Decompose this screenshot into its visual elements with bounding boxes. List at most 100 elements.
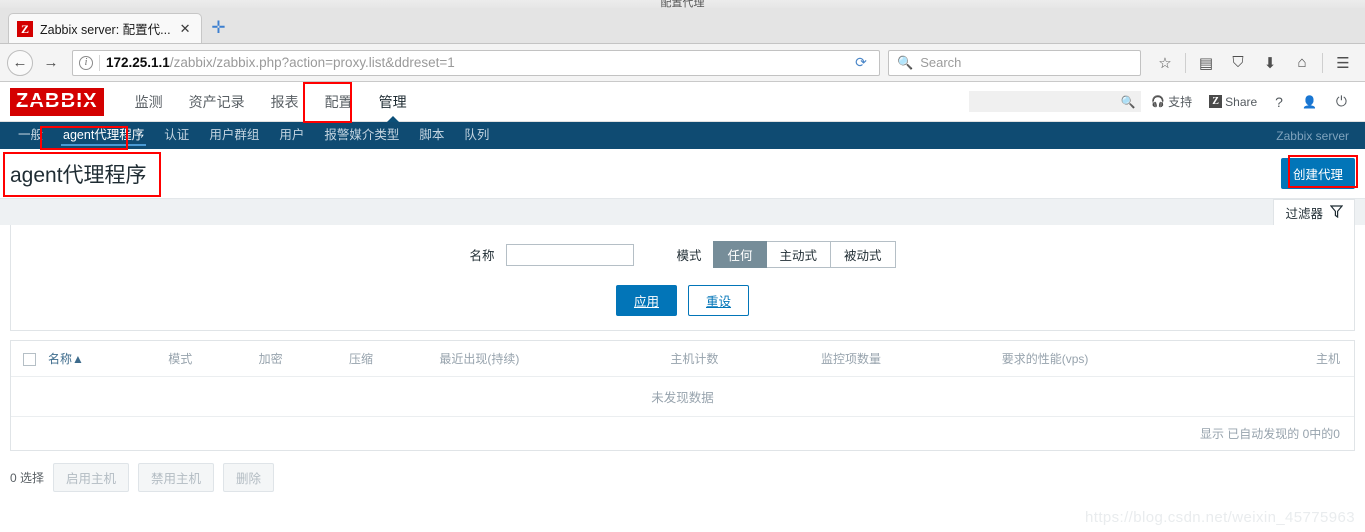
select-all-header [11, 341, 42, 377]
create-proxy-button[interactable]: 创建代理 [1280, 158, 1355, 189]
nav-item-administration[interactable]: 管理 [366, 82, 420, 122]
page-title: agent代理程序 [10, 163, 147, 187]
browser-navbar: ← → i 172.25.1.1/zabbix/zabbix.php?actio… [0, 44, 1365, 82]
nav-item-monitoring[interactable]: 监测 [122, 82, 176, 122]
browser-chrome: 配置代理 Z Zabbix server: 配置代... ✕ ✛ ← → i 1… [0, 0, 1365, 82]
user-profile-icon[interactable]: 👤 [1294, 95, 1325, 109]
filter-panel: 名称 模式 任何 主动式 被动式 应用 重设 [10, 225, 1355, 331]
column-header-encryption: 加密 [252, 341, 344, 377]
filter-name-label: 名称 [469, 249, 495, 263]
help-icon[interactable]: ? [1267, 94, 1291, 110]
select-all-checkbox[interactable] [23, 352, 36, 366]
column-header-last-seen: 最近出现(持续) [433, 341, 665, 377]
table-header-row: 名称▲ 模式 加密 压缩 最近出现(持续) 主机计数 监控项数量 要求的性能(v… [11, 341, 1354, 377]
table-footer-summary: 显示 已自动发现的 0中的0 [1199, 427, 1340, 441]
filter-funnel-icon [1329, 204, 1344, 221]
zabbix-favicon-icon: Z [17, 20, 33, 37]
filter-row: 名称 模式 任何 主动式 被动式 [11, 241, 1354, 268]
page-titlebar: agent代理程序 创建代理 [0, 149, 1365, 199]
column-header-compression: 压缩 [343, 341, 434, 377]
search-placeholder: Search [920, 55, 962, 70]
url-path: /zabbix/zabbix.php?action=proxy.list&ddr… [169, 55, 455, 70]
subnav-item-authentication[interactable]: 认证 [154, 122, 199, 149]
subnav-item-media-types[interactable]: 报警媒介类型 [314, 122, 409, 149]
subnav-item-scripts[interactable]: 脚本 [409, 122, 454, 149]
zabbix-logo[interactable]: ZABBIX [10, 87, 104, 116]
disable-hosts-button[interactable]: 禁用主机 [138, 463, 215, 492]
nav-item-inventory[interactable]: 资产记录 [176, 82, 258, 122]
reload-icon[interactable]: ⟳ [849, 51, 873, 75]
reset-filter-button[interactable]: 重设 [688, 285, 750, 316]
toolbar-divider [1322, 52, 1323, 73]
share-link[interactable]: Z Share [1202, 95, 1264, 109]
subnav-item-proxies[interactable]: agent代理程序 [53, 122, 154, 149]
browser-search-bar[interactable]: 🔍 Search [888, 49, 1141, 76]
zabbix-page: ZABBIX 监测 资产记录 报表 配置 管理 🔍 🎧 支持 Z Share ?… [0, 82, 1365, 492]
bulk-action-bar: 0 选择 启用主机 禁用主机 删除 [0, 451, 1365, 492]
filter-name-input[interactable] [506, 243, 635, 266]
column-header-item-count: 监控项数量 [815, 341, 996, 377]
subnav-item-general[interactable]: 一般 [8, 122, 53, 149]
back-button-icon[interactable]: ← [7, 49, 33, 76]
filter-tab[interactable]: 过滤器 [1273, 199, 1355, 225]
delete-button[interactable]: 删除 [223, 463, 275, 492]
filter-mode-label: 模式 [676, 249, 702, 263]
sign-out-icon[interactable]: ⏻ [1328, 93, 1355, 110]
selected-count-label: 0 选择 [10, 471, 45, 485]
column-header-name[interactable]: 名称▲ [42, 341, 163, 377]
browser-tab-title: Zabbix server: 配置代... [40, 23, 171, 37]
mode-option-any[interactable]: 任何 [713, 241, 767, 268]
column-header-mode: 模式 [162, 341, 253, 377]
mode-option-active[interactable]: 主动式 [766, 241, 832, 268]
column-header-hosts: 主机 [1243, 341, 1354, 377]
search-icon: 🔍 [897, 54, 914, 70]
filter-tabstrip: 过滤器 [0, 199, 1365, 225]
nav-item-configuration[interactable]: 配置 [312, 82, 366, 122]
column-header-required-vps: 要求的性能(vps) [995, 341, 1244, 377]
header-right-tools: 🔍 🎧 支持 Z Share ? 👤 ⏻ [969, 91, 1355, 112]
subnav-item-user-groups[interactable]: 用户群组 [199, 122, 269, 149]
global-search-input[interactable]: 🔍 [969, 91, 1142, 112]
table-body: 未发现数据 [11, 376, 1354, 417]
browser-tab[interactable]: Z Zabbix server: 配置代... ✕ [8, 13, 202, 43]
csdn-watermark: https://blog.csdn.net/weixin_45775963 [1085, 509, 1355, 526]
subnav-item-users[interactable]: 用户 [269, 122, 314, 149]
search-icon: 🔍 [1120, 94, 1136, 109]
server-name-label: Zabbix server [1276, 128, 1349, 143]
browser-tabstrip: Z Zabbix server: 配置代... ✕ ✛ [0, 8, 1365, 44]
zabbix-header: ZABBIX 监测 资产记录 报表 配置 管理 🔍 🎧 支持 Z Share ?… [0, 82, 1365, 122]
forward-button-icon[interactable]: → [38, 50, 64, 76]
support-link[interactable]: 🎧 支持 [1144, 93, 1199, 110]
subnav-item-queue[interactable]: 队列 [454, 122, 499, 149]
url-host: 172.25.1.1 [106, 55, 170, 70]
support-label: 支持 [1168, 95, 1193, 109]
hamburger-menu-icon[interactable]: ☰ [1328, 49, 1358, 77]
bookmark-star-icon[interactable]: ☆ [1150, 49, 1180, 77]
filter-mode-segmented: 任何 主动式 被动式 [713, 241, 896, 268]
filter-tab-label: 过滤器 [1285, 207, 1323, 221]
url-divider [99, 54, 100, 71]
empty-state-row: 未发现数据 [11, 376, 1354, 417]
downloads-icon[interactable]: ⬇ [1255, 49, 1285, 77]
enable-hosts-button[interactable]: 启用主机 [53, 463, 130, 492]
url-text: 172.25.1.1/zabbix/zabbix.php?action=prox… [106, 55, 455, 70]
mode-option-passive[interactable]: 被动式 [831, 241, 896, 268]
toolbar-divider [1185, 52, 1186, 73]
zabbix-share-icon: Z [1209, 95, 1223, 108]
proxy-table: 名称▲ 模式 加密 压缩 最近出现(持续) 主机计数 监控项数量 要求的性能(v… [11, 341, 1354, 417]
window-title-clipped: 配置代理 [660, 0, 705, 8]
home-icon[interactable]: ⌂ [1287, 49, 1317, 77]
browser-toolbar-icons: ☆ ▤ ⛉ ⬇ ⌂ ☰ [1150, 49, 1358, 77]
column-header-host-count: 主机计数 [664, 341, 815, 377]
url-bar[interactable]: i 172.25.1.1/zabbix/zabbix.php?action=pr… [72, 49, 880, 76]
site-info-icon[interactable]: i [79, 55, 93, 70]
library-icon[interactable]: ▤ [1191, 49, 1221, 77]
new-tab-icon[interactable]: ✛ [204, 13, 234, 43]
pocket-icon[interactable]: ⛉ [1223, 49, 1253, 77]
nav-item-reports[interactable]: 报表 [258, 82, 312, 122]
close-tab-icon[interactable]: ✕ [178, 21, 193, 37]
window-title-strip: 配置代理 [0, 0, 1365, 8]
share-label: Share [1225, 94, 1258, 109]
sub-navigation: 一般 agent代理程序 认证 用户群组 用户 报警媒介类型 脚本 队列 Zab… [0, 122, 1365, 149]
apply-filter-button[interactable]: 应用 [615, 285, 677, 316]
